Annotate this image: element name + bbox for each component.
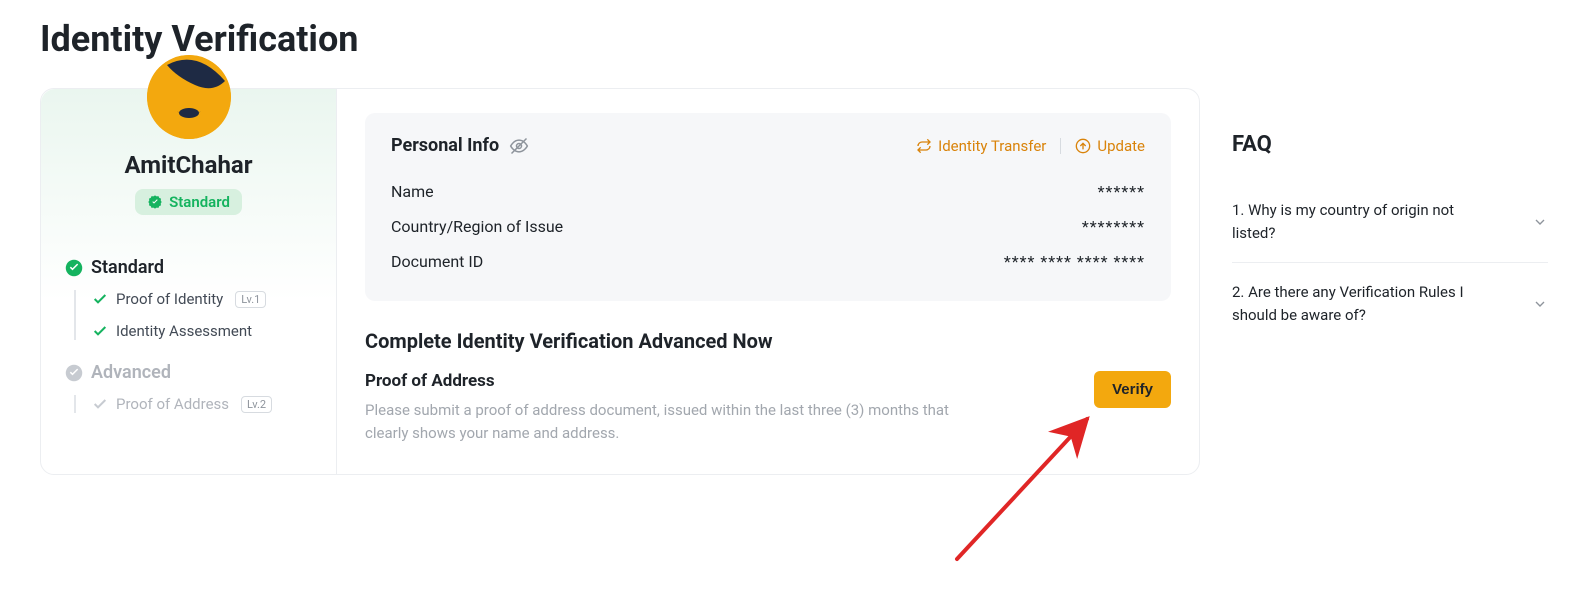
personal-info-title: Personal Info: [391, 135, 499, 156]
advanced-heading: Complete Identity Verification Advanced …: [365, 329, 1171, 353]
status-badge: Standard: [135, 189, 242, 215]
level-tag: Lv.2: [241, 396, 272, 413]
identity-transfer-link[interactable]: Identity Transfer: [916, 137, 1046, 155]
info-value: ******: [1098, 182, 1145, 201]
info-row-document-id: Document ID **** **** **** ****: [391, 244, 1145, 279]
info-row-name: Name ******: [391, 174, 1145, 209]
eye-off-icon[interactable]: [509, 136, 529, 156]
faq-column: FAQ 1. Why is my country of origin not l…: [1232, 88, 1548, 344]
sidebar-item-label: Identity Assessment: [116, 322, 252, 340]
profile-column: AmitChahar Standard: [41, 89, 337, 474]
check-icon: [92, 396, 108, 412]
faq-question: 2. Are there any Verification Rules I sh…: [1232, 281, 1492, 326]
check-circle-icon: [65, 259, 83, 277]
personal-info-panel: Personal Info: [365, 113, 1171, 301]
avatar: [147, 55, 231, 139]
page-title: Identity Verification: [40, 18, 1548, 60]
main-layout: AmitChahar Standard: [40, 88, 1548, 475]
verification-card: AmitChahar Standard: [40, 88, 1200, 475]
update-label: Update: [1097, 137, 1145, 155]
update-link[interactable]: Update: [1075, 137, 1145, 155]
content-column: Personal Info: [337, 89, 1199, 474]
info-row-country: Country/Region of Issue ********: [391, 209, 1145, 244]
proof-of-address-heading: Proof of Address: [365, 371, 965, 391]
info-value: ********: [1082, 217, 1145, 236]
upload-icon: [1075, 138, 1091, 154]
check-icon: [92, 291, 108, 307]
faq-item[interactable]: 2. Are there any Verification Rules I sh…: [1232, 263, 1548, 344]
info-label: Document ID: [391, 252, 483, 271]
sidebar-item-proof-of-address[interactable]: Proof of Address Lv.2: [92, 395, 312, 413]
verified-icon: [147, 194, 163, 210]
sidebar-item-label: Proof of Address: [116, 395, 229, 413]
sidebar-item-identity-assessment[interactable]: Identity Assessment: [92, 322, 312, 340]
status-badge-label: Standard: [169, 193, 230, 211]
verify-button[interactable]: Verify: [1094, 371, 1171, 408]
proof-of-address-description: Please submit a proof of address documen…: [365, 399, 965, 444]
level-advanced: Advanced: [65, 362, 312, 383]
faq-question: 1. Why is my country of origin not liste…: [1232, 199, 1492, 244]
level-advanced-label: Advanced: [91, 362, 171, 383]
level-tag: Lv.1: [235, 291, 266, 308]
chevron-down-icon: [1532, 214, 1548, 230]
chevron-down-icon: [1532, 296, 1548, 312]
transfer-icon: [916, 138, 932, 154]
info-label: Country/Region of Issue: [391, 217, 563, 236]
level-standard: Standard: [65, 257, 312, 278]
check-icon: [92, 323, 108, 339]
info-value: **** **** **** ****: [1004, 252, 1145, 271]
check-circle-icon: [65, 364, 83, 382]
level-standard-label: Standard: [91, 257, 164, 278]
sidebar-item-label: Proof of Identity: [116, 290, 223, 308]
separator: [1060, 138, 1061, 154]
identity-transfer-label: Identity Transfer: [938, 137, 1046, 155]
faq-item[interactable]: 1. Why is my country of origin not liste…: [1232, 181, 1548, 263]
username: AmitChahar: [65, 151, 312, 179]
faq-title: FAQ: [1232, 132, 1548, 157]
sidebar-item-proof-of-identity[interactable]: Proof of Identity Lv.1: [92, 290, 312, 308]
info-label: Name: [391, 182, 434, 201]
